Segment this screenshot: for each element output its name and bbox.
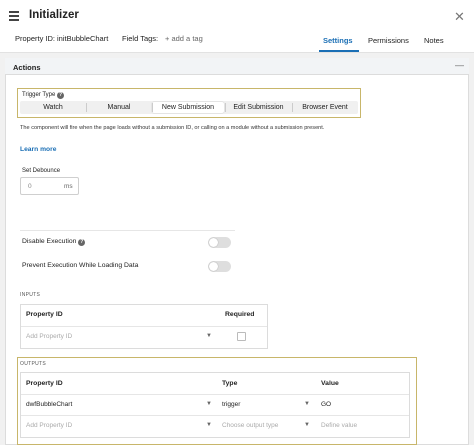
chevron-down-icon[interactable]: ▼ xyxy=(206,333,212,339)
trigger-option-watch[interactable]: Watch xyxy=(20,104,86,111)
inputs-section-label: INPUTS xyxy=(20,292,41,298)
trigger-option-new-submission[interactable]: New Submission xyxy=(152,104,224,111)
table-divider xyxy=(21,326,267,327)
chevron-down-icon[interactable]: ▼ xyxy=(304,422,310,428)
debounce-unit: ms xyxy=(64,183,73,190)
new-output-value-input[interactable]: Define value xyxy=(321,422,357,429)
trigger-description: The component will fire when the page lo… xyxy=(20,125,325,131)
property-id-label: Property ID: xyxy=(15,34,56,43)
trigger-option-manual[interactable]: Manual xyxy=(86,104,152,111)
inputs-property-id-input[interactable]: Add Property ID xyxy=(26,333,72,340)
add-tag-button[interactable]: + add a tag xyxy=(165,34,203,43)
help-icon[interactable]: ? xyxy=(57,92,65,99)
outputs-column-type: Type xyxy=(222,380,238,387)
field-tags-label: Field Tags: xyxy=(122,34,159,43)
tab-settings[interactable]: Settings xyxy=(323,36,353,45)
chevron-down-icon[interactable]: ▼ xyxy=(206,422,212,428)
inputs-column-property-id: Property ID xyxy=(26,311,63,318)
output-property-id-field[interactable]: dwfBubbleChart xyxy=(26,401,72,408)
required-checkbox[interactable] xyxy=(237,332,246,341)
actions-header[interactable] xyxy=(5,58,469,75)
table-divider xyxy=(21,415,409,416)
trigger-type-label: Trigger Type ? xyxy=(22,92,65,99)
chevron-down-icon[interactable]: ▼ xyxy=(206,401,212,407)
page-title: Initializer xyxy=(29,9,79,21)
hamburger-menu-icon[interactable] xyxy=(9,11,19,21)
tab-permissions[interactable]: Permissions xyxy=(368,36,409,45)
debounce-value: 0 xyxy=(28,183,32,190)
disable-execution-label: Disable Execution ? xyxy=(22,238,86,246)
collapse-icon[interactable]: — xyxy=(455,60,464,70)
prevent-execution-toggle[interactable] xyxy=(208,261,231,272)
prevent-execution-label: Prevent Execution While Loading Data xyxy=(22,262,139,269)
outputs-section-label: OUTPUTS xyxy=(20,361,46,367)
debounce-label: Set Debounce xyxy=(22,168,61,174)
outputs-column-value: Value xyxy=(321,380,339,387)
output-value-field[interactable]: GO xyxy=(321,401,331,408)
output-type-select[interactable]: trigger xyxy=(222,401,240,408)
inputs-column-required: Required xyxy=(225,311,255,318)
table-divider xyxy=(21,394,409,395)
disable-execution-toggle[interactable] xyxy=(208,237,231,248)
property-id-value[interactable]: initBubbleChart xyxy=(57,34,108,43)
new-output-property-id-input[interactable]: Add Property ID xyxy=(26,422,72,429)
new-output-type-select[interactable]: Choose output type xyxy=(222,422,278,429)
outputs-column-property-id: Property ID xyxy=(26,380,63,387)
trigger-option-browser-event[interactable]: Browser Event xyxy=(292,104,358,111)
learn-more-link[interactable]: Learn more xyxy=(20,146,56,153)
chevron-down-icon[interactable]: ▼ xyxy=(304,401,310,407)
actions-title: Actions xyxy=(13,63,41,72)
help-icon[interactable]: ? xyxy=(78,239,86,246)
close-icon[interactable]: ✕ xyxy=(454,9,465,25)
section-divider xyxy=(20,230,235,231)
tab-notes[interactable]: Notes xyxy=(424,36,444,45)
trigger-option-edit-submission[interactable]: Edit Submission xyxy=(225,104,292,111)
